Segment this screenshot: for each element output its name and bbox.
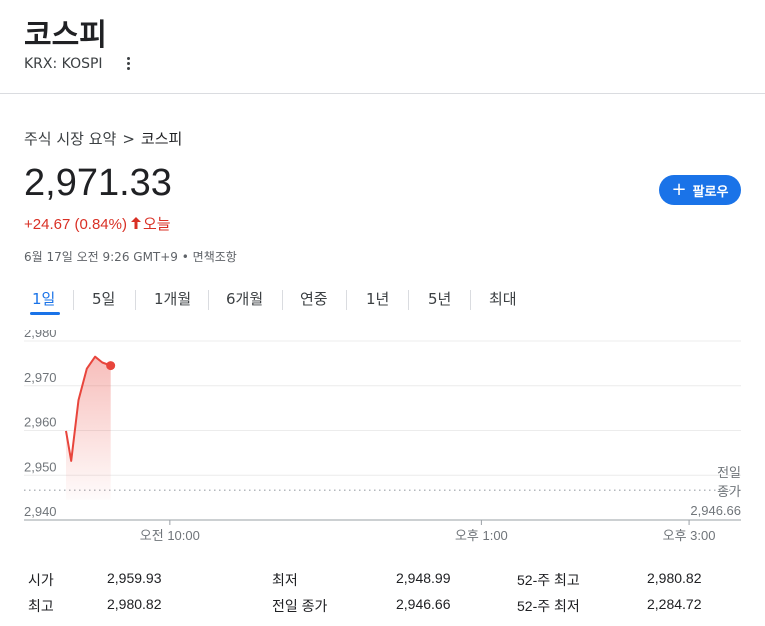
current-point-marker xyxy=(106,361,116,371)
tab-divider xyxy=(208,290,209,310)
tab-max[interactable]: 최대 xyxy=(489,288,517,309)
plus-icon: + xyxy=(671,179,687,200)
tab-1y[interactable]: 1년 xyxy=(366,288,389,309)
stat-label-low: 최저 xyxy=(272,572,298,588)
tab-5d[interactable]: 5일 xyxy=(92,288,115,309)
breadcrumb: 주식 시장 요약 > 코스피 xyxy=(24,128,182,149)
tab-1m[interactable]: 1개월 xyxy=(154,288,191,309)
tab-divider xyxy=(282,290,283,310)
tab-divider xyxy=(346,290,347,310)
series-area xyxy=(66,356,111,500)
stat-label-52w-low: 52-주 최저 xyxy=(517,598,580,614)
timestamp-disclaimer[interactable]: 6월 17일 오전 9:26 GMT+9 • 면책조항 xyxy=(24,248,237,265)
tab-6m[interactable]: 6개월 xyxy=(226,288,263,309)
y-tick-label: 2,980 xyxy=(24,330,57,340)
exchange-label: KRX: KOSPI xyxy=(24,56,103,72)
tab-divider xyxy=(470,290,471,310)
breadcrumb-separator: > xyxy=(122,130,135,148)
x-tick-label: 오전 10:00 xyxy=(140,528,200,543)
breadcrumb-current: 코스피 xyxy=(140,130,183,148)
price-chart[interactable]: 2,980 2,970 2,960 2,950 2,940 오전 10:00 오후 1:00… xyxy=(0,330,765,550)
y-tick-label: 2,950 xyxy=(24,459,57,474)
tab-1d[interactable]: 1일 xyxy=(32,288,55,309)
tab-5y[interactable]: 5년 xyxy=(428,288,451,309)
stat-value-low: 2,948.99 xyxy=(396,570,451,586)
price-change: +24.67 (0.84%) 오늘 xyxy=(24,213,171,234)
tab-divider xyxy=(135,290,136,310)
prev-close-label-line1: 전일 xyxy=(717,465,741,480)
stat-label-open: 시가 xyxy=(28,572,54,588)
tab-divider xyxy=(408,290,409,310)
stat-value-52w-low: 2,284.72 xyxy=(647,596,702,612)
prev-close-label-line2: 종가 xyxy=(717,484,741,499)
page-title: 코스피 xyxy=(24,18,107,53)
stat-label-52w-high: 52-주 최고 xyxy=(517,572,580,588)
more-vert-icon[interactable] xyxy=(122,55,134,73)
change-period: 오늘 xyxy=(143,216,171,233)
active-tab-indicator xyxy=(30,312,60,315)
y-tick-label: 2,960 xyxy=(24,415,57,430)
stat-value-52w-high: 2,980.82 xyxy=(647,570,702,586)
change-value: +24.67 (0.84%) xyxy=(24,216,127,233)
arrow-up-icon xyxy=(131,216,141,233)
follow-button-label: 팔로우 xyxy=(692,184,729,200)
tab-divider xyxy=(73,290,74,310)
stat-label-high: 최고 xyxy=(28,598,54,614)
stat-value-prev-close: 2,946.66 xyxy=(396,596,451,612)
stat-value-open: 2,959.93 xyxy=(107,570,162,586)
header: 코스피 KRX: KOSPI xyxy=(0,0,765,94)
range-tabs: 1일 5일 1개월 6개월 연중 1년 5년 최대 xyxy=(24,284,741,316)
tab-ytd[interactable]: 연중 xyxy=(300,288,328,309)
current-price: 2,971.33 xyxy=(24,162,172,204)
stat-value-high: 2,980.82 xyxy=(107,596,162,612)
y-tick-label: 2,940 xyxy=(24,504,57,519)
prev-close-value: 2,946.66 xyxy=(690,503,741,518)
y-tick-label: 2,970 xyxy=(24,370,57,385)
breadcrumb-parent[interactable]: 주식 시장 요약 xyxy=(24,130,116,148)
follow-button[interactable]: + 팔로우 xyxy=(659,175,741,205)
stat-label-prev-close: 전일 종가 xyxy=(272,598,328,614)
x-tick-label: 오후 3:00 xyxy=(663,528,716,543)
x-tick-label: 오후 1:00 xyxy=(455,528,508,543)
